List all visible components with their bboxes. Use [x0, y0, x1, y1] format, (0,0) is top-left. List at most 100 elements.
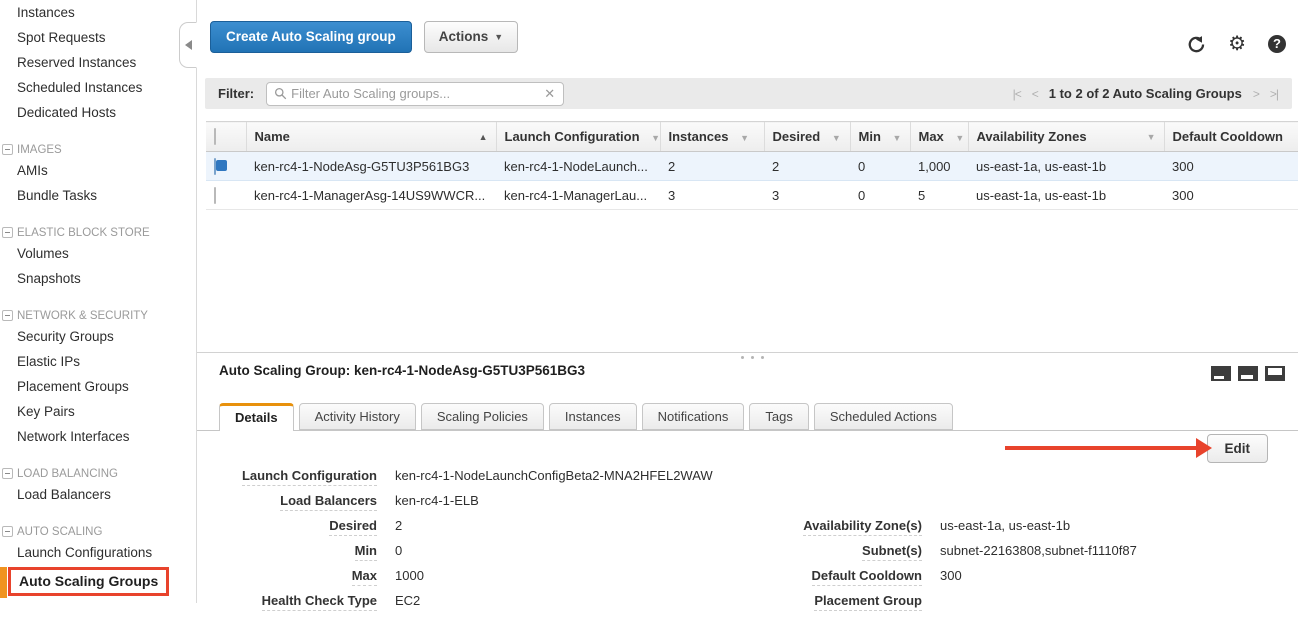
sidebar-section-network-security[interactable]: NETWORK & SECURITY — [0, 308, 196, 324]
select-all-header[interactable] — [206, 122, 246, 152]
row-select-cell[interactable] — [206, 181, 246, 210]
cell-desired[interactable]: 3 — [764, 181, 850, 210]
row-checkbox-checked[interactable] — [214, 158, 216, 175]
pagination-prev-icon[interactable]: < — [1032, 87, 1038, 101]
column-header-launch-configuration[interactable]: Launch Configuration ▼ — [496, 122, 660, 152]
gear-icon[interactable]: ⚙ — [1228, 34, 1246, 54]
collapse-sidebar-icon — [185, 40, 192, 50]
actions-button[interactable]: Actions▼ — [424, 21, 518, 53]
field-health-check-type: Health Check Type EC2 — [206, 593, 713, 618]
sidebar-section-ebs[interactable]: ELASTIC BLOCK STORE — [0, 225, 196, 241]
column-header-default-cooldown[interactable]: Default Cooldown — [1164, 122, 1298, 152]
cell-availability-zones[interactable]: us-east-1a, us-east-1b — [968, 181, 1164, 210]
selection-marker — [0, 567, 7, 598]
cell-desired[interactable]: 2 — [764, 152, 850, 181]
pane-bottom-large-icon[interactable] — [1265, 366, 1285, 381]
sidebar-item-amis[interactable]: AMIs — [0, 158, 196, 183]
sidebar-item-placement-groups[interactable]: Placement Groups — [0, 374, 196, 399]
toolbar: Create Auto Scaling group Actions▼ — [210, 21, 518, 53]
create-auto-scaling-group-button[interactable]: Create Auto Scaling group — [210, 21, 412, 53]
sidebar-item-instances[interactable]: Instances — [0, 0, 196, 25]
cell-instances[interactable]: 2 — [660, 152, 764, 181]
tab-scaling-policies[interactable]: Scaling Policies — [421, 403, 544, 430]
pagination-text: 1 to 2 of 2 Auto Scaling Groups — [1049, 86, 1242, 101]
section-label: AUTO SCALING — [17, 526, 102, 538]
select-all-checkbox[interactable] — [214, 128, 216, 145]
sidebar-section-auto-scaling[interactable]: AUTO SCALING — [0, 524, 196, 540]
column-header-availability-zones[interactable]: Availability Zones ▼ — [968, 122, 1164, 152]
cell-default-cooldown[interactable]: 300 — [1164, 152, 1298, 181]
sidebar-item-security-groups[interactable]: Security Groups — [0, 324, 196, 349]
sidebar-collapse-handle[interactable] — [179, 22, 197, 68]
column-header-instances[interactable]: Instances ▼ — [660, 122, 764, 152]
sidebar-section-images[interactable]: IMAGES — [0, 142, 196, 158]
sidebar-item-load-balancers[interactable]: Load Balancers — [0, 482, 196, 507]
column-label: Default Cooldown — [1173, 129, 1284, 144]
table-row[interactable]: ken-rc4-1-NodeAsg-G5TU3P561BG3 ken-rc4-1… — [206, 152, 1298, 181]
cell-default-cooldown[interactable]: 300 — [1164, 181, 1298, 210]
sidebar-item-key-pairs[interactable]: Key Pairs — [0, 399, 196, 424]
pagination-last-icon[interactable]: >| — [1270, 87, 1278, 101]
filter-input[interactable] — [287, 86, 544, 101]
sidebar-item-spot-requests[interactable]: Spot Requests — [0, 25, 196, 50]
cell-instances[interactable]: 3 — [660, 181, 764, 210]
sidebar-item-bundle-tasks[interactable]: Bundle Tasks — [0, 183, 196, 208]
field-max: Max 1000 — [206, 568, 713, 593]
tab-scheduled-actions[interactable]: Scheduled Actions — [814, 403, 953, 430]
help-icon[interactable]: ? — [1268, 35, 1286, 53]
refresh-icon[interactable] — [1187, 35, 1206, 54]
pagination: |< < 1 to 2 of 2 Auto Scaling Groups > >… — [1013, 78, 1278, 109]
annotation-arrow-head — [1196, 438, 1212, 458]
field-label: Placement Group — [700, 593, 922, 608]
tab-instances[interactable]: Instances — [549, 403, 637, 430]
sidebar-item-dedicated-hosts[interactable]: Dedicated Hosts — [0, 100, 196, 125]
clear-filter-icon[interactable]: ✕ — [544, 86, 555, 102]
cell-max[interactable]: 5 — [910, 181, 968, 210]
pagination-next-icon[interactable]: > — [1253, 87, 1259, 101]
search-box[interactable]: ✕ — [266, 82, 564, 106]
cell-launch-configuration[interactable]: ken-rc4-1-ManagerLau... — [496, 181, 660, 210]
column-header-min[interactable]: Min ▼ — [850, 122, 910, 152]
row-checkbox[interactable] — [214, 187, 216, 204]
cell-launch-configuration[interactable]: ken-rc4-1-NodeLaunch... — [496, 152, 660, 181]
detail-fields-left: Launch Configuration ken-rc4-1-NodeLaunc… — [206, 468, 713, 618]
cell-availability-zones[interactable]: us-east-1a, us-east-1b — [968, 152, 1164, 181]
cell-max[interactable]: 1,000 — [910, 152, 968, 181]
sidebar-item-snapshots[interactable]: Snapshots — [0, 266, 196, 291]
drag-handle-icon[interactable] — [741, 356, 764, 359]
sidebar-item-volumes[interactable]: Volumes — [0, 241, 196, 266]
row-select-cell[interactable] — [206, 152, 246, 181]
filter-label: Filter: — [218, 86, 254, 101]
cell-min[interactable]: 0 — [850, 152, 910, 181]
cell-name[interactable]: ken-rc4-1-ManagerAsg-14US9WWCR... — [246, 181, 496, 210]
sidebar-item-reserved-instances[interactable]: Reserved Instances — [0, 50, 196, 75]
column-header-name[interactable]: Name ▲ — [246, 122, 496, 152]
table-row[interactable]: ken-rc4-1-ManagerAsg-14US9WWCR... ken-rc… — [206, 181, 1298, 210]
search-icon — [274, 87, 287, 100]
field-label: Desired — [206, 518, 377, 533]
tab-tags[interactable]: Tags — [749, 403, 808, 430]
field-label: Launch Configuration — [206, 468, 377, 483]
pane-bottom-small-icon[interactable] — [1211, 366, 1231, 381]
tab-notifications[interactable]: Notifications — [642, 403, 745, 430]
edit-button[interactable]: Edit — [1207, 434, 1269, 463]
tab-details[interactable]: Details — [219, 403, 294, 431]
sort-menu-icon: ▼ — [955, 133, 964, 143]
cell-min[interactable]: 0 — [850, 181, 910, 210]
sidebar-section-load-balancing[interactable]: LOAD BALANCING — [0, 466, 196, 482]
sidebar-item-launch-configurations[interactable]: Launch Configurations — [0, 540, 196, 565]
pane-bottom-half-icon[interactable] — [1238, 366, 1258, 381]
field-label: Health Check Type — [206, 593, 377, 608]
tab-activity-history[interactable]: Activity History — [299, 403, 416, 430]
column-header-desired[interactable]: Desired ▼ — [764, 122, 850, 152]
pagination-first-icon[interactable]: |< — [1013, 87, 1021, 101]
sidebar-item-auto-scaling-groups[interactable]: Auto Scaling Groups — [0, 567, 196, 598]
field-launch-configuration: Launch Configuration ken-rc4-1-NodeLaunc… — [206, 468, 713, 493]
column-header-max[interactable]: Max ▼ — [910, 122, 968, 152]
cell-name[interactable]: ken-rc4-1-NodeAsg-G5TU3P561BG3 — [246, 152, 496, 181]
field-desired: Desired 2 — [206, 518, 713, 543]
sidebar-item-elastic-ips[interactable]: Elastic IPs — [0, 349, 196, 374]
sidebar-item-network-interfaces[interactable]: Network Interfaces — [0, 424, 196, 449]
sidebar-item-scheduled-instances[interactable]: Scheduled Instances — [0, 75, 196, 100]
field-label: Min — [206, 543, 377, 558]
